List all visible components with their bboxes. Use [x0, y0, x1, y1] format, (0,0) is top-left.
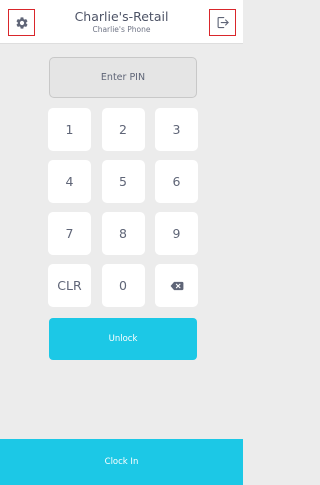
key-7[interactable]: 7: [48, 212, 91, 255]
pin-input[interactable]: Enter PIN: [49, 57, 197, 98]
logout-icon: [217, 16, 229, 29]
key-1[interactable]: 1: [48, 108, 91, 151]
clear-key[interactable]: CLR: [48, 264, 91, 307]
key-9[interactable]: 9: [155, 212, 198, 255]
key-8[interactable]: 8: [101, 212, 145, 255]
backspace-key[interactable]: [155, 264, 198, 307]
key-3[interactable]: 3: [155, 108, 198, 151]
gear-icon: [16, 16, 27, 29]
key-2[interactable]: 2: [101, 108, 145, 151]
pin-keypad: 1 2 3 4 5 6 7 8 9 CLR 0: [48, 108, 198, 307]
backspace-icon: [170, 281, 183, 290]
clock-in-button[interactable]: Clock In: [0, 439, 243, 485]
unlock-button[interactable]: Unlock: [49, 318, 197, 360]
settings-button[interactable]: [8, 9, 35, 36]
key-6[interactable]: 6: [155, 160, 198, 203]
key-5[interactable]: 5: [101, 160, 145, 203]
device-name: Charlie's Phone: [92, 25, 151, 34]
logout-button[interactable]: [209, 9, 236, 36]
header-titles: Charlie's-Retail Charlie's Phone: [40, 10, 203, 35]
key-0[interactable]: 0: [101, 264, 145, 307]
store-name: Charlie's-Retail: [74, 9, 169, 24]
app-header: Charlie's-Retail Charlie's Phone: [0, 0, 243, 44]
key-4[interactable]: 4: [48, 160, 91, 203]
